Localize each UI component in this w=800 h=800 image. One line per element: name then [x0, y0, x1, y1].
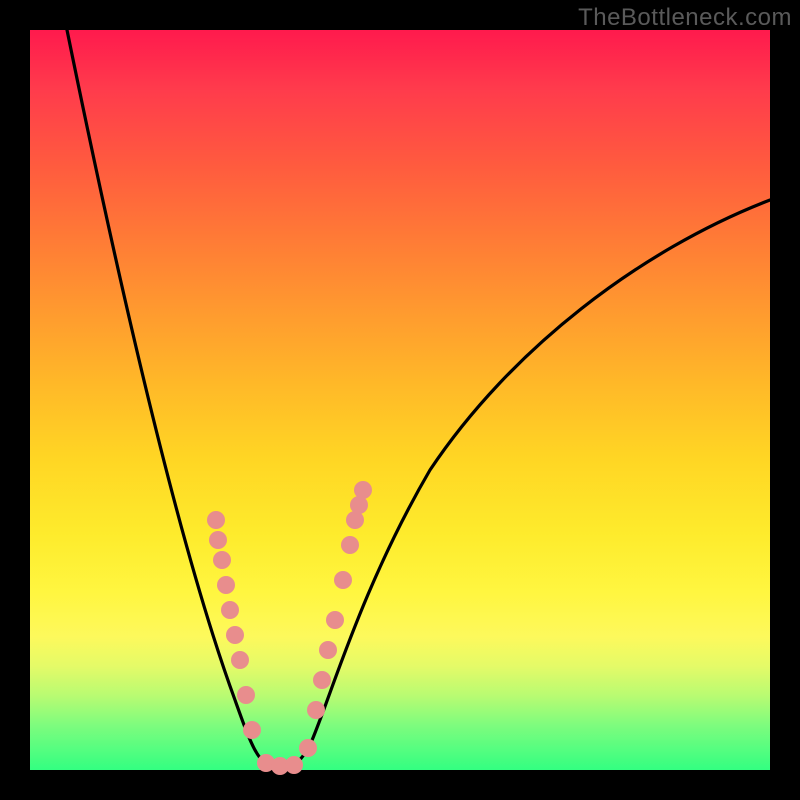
beads-floor	[257, 754, 303, 775]
plot-area	[30, 30, 770, 770]
watermark-text: TheBottleneck.com	[578, 4, 792, 32]
curve-svg	[30, 30, 770, 770]
bottleneck-curve	[67, 30, 770, 769]
beads-right	[299, 481, 372, 757]
chart-frame: TheBottleneck.com	[0, 0, 800, 800]
beads-left	[207, 511, 261, 739]
